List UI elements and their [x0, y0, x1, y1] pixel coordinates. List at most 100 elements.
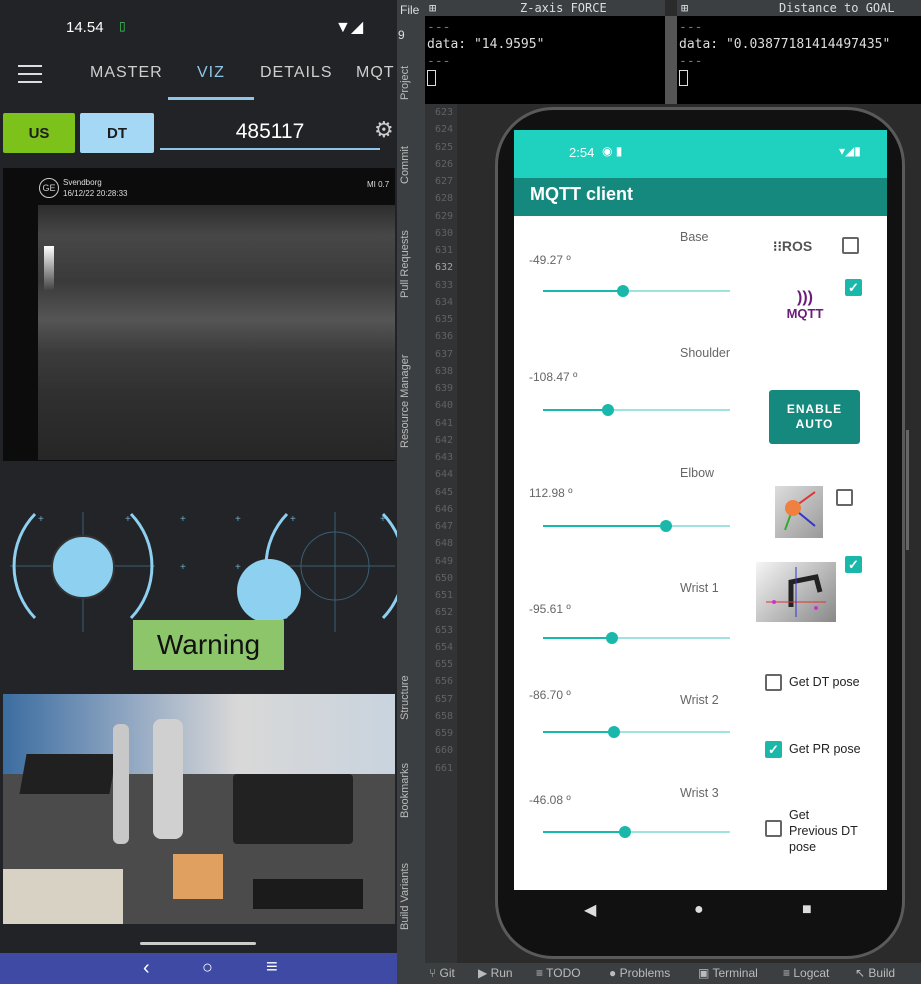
side-tab-bookmarks[interactable]: Bookmarks [399, 763, 411, 818]
joint-slider[interactable] [543, 632, 730, 644]
slider-thumb[interactable] [619, 826, 632, 838]
hamburger-menu-icon[interactable] [18, 65, 42, 83]
todo-tab[interactable]: ≡ TODO [536, 963, 581, 984]
emulator-status-bar: 2:54 ◉ ▮ ▾◢▮ [514, 130, 887, 178]
joint-slider[interactable] [543, 285, 730, 297]
ultrasound-machine [3, 869, 123, 924]
tab-mqtt[interactable]: MQT [356, 64, 395, 82]
recents-icon[interactable]: ≡ [266, 956, 278, 979]
active-tab-indicator [168, 97, 254, 100]
line-number: 630 [434, 227, 453, 239]
line-number: 640 [434, 400, 453, 412]
line-number: 653 [434, 624, 453, 636]
robot-checkbox[interactable]: ✓ [845, 556, 862, 573]
line-number: 625 [434, 141, 453, 153]
ros-logo: ⁝⁝ROS [773, 238, 813, 254]
side-tab-build-variants[interactable]: Build Variants [399, 863, 411, 930]
back-icon[interactable]: ‹ [143, 957, 150, 980]
todo-label: TODO [546, 966, 581, 980]
joint-sliders: Base -49.27 º Shoulder -108.47 º Elbow 112.98… [514, 216, 754, 890]
line-number: 623 [434, 107, 453, 118]
joint-slider[interactable] [543, 826, 730, 838]
home-icon[interactable]: ○ [202, 957, 213, 978]
tab-master[interactable]: MASTER [90, 64, 163, 82]
mqtt-label: MQTT [786, 306, 824, 321]
left-joystick-knob[interactable] [51, 535, 115, 599]
terminal-label: Terminal [712, 966, 758, 980]
line-number: 642 [434, 434, 453, 446]
pose-label: Get DT pose [789, 675, 860, 689]
id-field[interactable]: 485117 [160, 114, 380, 150]
terminal-line: data: "0.03877181414497435" [679, 37, 891, 52]
pose-label: Get Previous DT pose [789, 808, 858, 854]
pose-checkbox[interactable] [765, 820, 782, 837]
tab-details[interactable]: DETAILS [260, 64, 333, 82]
terminal-distance: ⊞ Distance to GOAL --- data: "0.03877181… [677, 0, 921, 104]
back-icon[interactable]: ◀ [584, 900, 596, 920]
git-tab[interactable]: ⑂ Git [429, 963, 455, 984]
slider-thumb[interactable] [617, 285, 630, 297]
tab-viz[interactable]: VIZ [197, 64, 225, 82]
run-tab[interactable]: ▶ Run [478, 963, 513, 984]
slider-thumb[interactable] [660, 520, 673, 532]
file-menu[interactable]: File [400, 3, 419, 17]
git-label: Git [439, 966, 455, 980]
line-number: 659 [434, 728, 453, 739]
terminal-icon: ⊞ [429, 1, 437, 15]
side-tab-resource-manager[interactable]: Resource Manager [399, 354, 411, 448]
joint-slider[interactable] [543, 404, 730, 416]
laptop [253, 879, 363, 909]
svg-text:+: + [235, 562, 241, 573]
side-tab-commit[interactable]: Commit [399, 146, 411, 184]
slider-fill [543, 637, 613, 639]
terminal-line: --- [427, 20, 451, 35]
enable-auto-label: ENABLE AUTO [786, 402, 843, 431]
joint-label: Wrist 2 [680, 693, 719, 707]
side-tab-project[interactable]: Project [399, 66, 411, 100]
side-tab-structure[interactable]: Structure [399, 675, 411, 720]
recents-icon[interactable]: ■ [802, 901, 812, 919]
axes-icon [784, 491, 816, 531]
logcat-label: Logcat [793, 966, 830, 980]
slider-thumb[interactable] [608, 726, 621, 738]
dropdown-selector[interactable]: 9 [398, 28, 405, 42]
build-tab[interactable]: ↖ Build [855, 963, 895, 984]
problems-tab[interactable]: ● Problems [609, 963, 670, 984]
slider-thumb[interactable] [606, 632, 619, 644]
terminal-tab[interactable]: ▣ Terminal [698, 963, 758, 984]
grayscale-bar [44, 246, 54, 290]
us-site: Svendborg [63, 178, 102, 187]
pose-checkbox[interactable] [765, 674, 782, 691]
slider-fill [543, 831, 626, 833]
logcat-tab[interactable]: ≡ Logcat [783, 963, 829, 984]
terminal-line: data: "14.9595" [427, 37, 545, 52]
terminal-header: ⊞ Z-axis FORCE [425, 0, 665, 16]
problems-label: Problems [619, 966, 671, 980]
gear-icon[interactable]: ⚙ [374, 117, 394, 143]
pose-checkbox[interactable]: ✓ [765, 741, 782, 758]
side-tab-pull-requests[interactable]: Pull Requests [399, 230, 411, 298]
keyboard [19, 754, 117, 794]
svg-text:+: + [180, 562, 186, 573]
frame-checkbox[interactable] [836, 489, 853, 506]
slider-thumb[interactable] [602, 404, 615, 416]
ros-checkbox[interactable] [842, 237, 859, 254]
enable-auto-button[interactable]: ENABLE AUTO [769, 390, 860, 444]
joint-label: Base [680, 230, 709, 244]
terminal-title: Z-axis FORCE [520, 1, 607, 15]
right-joystick-knob[interactable] [237, 559, 301, 623]
mqtt-checkbox[interactable]: ✓ [845, 279, 862, 296]
editor-scrollbar[interactable] [906, 430, 909, 550]
joint-slider[interactable] [543, 520, 730, 532]
joint-slider[interactable] [543, 726, 730, 738]
line-number: 634 [434, 296, 453, 308]
dt-button[interactable]: DT [80, 113, 154, 153]
line-number: 645 [434, 486, 453, 498]
us-button[interactable]: US [3, 113, 75, 153]
home-icon[interactable]: ● [694, 901, 704, 919]
svg-text:+: + [125, 514, 131, 525]
line-number: 639 [434, 383, 453, 394]
line-number: 649 [434, 555, 453, 567]
line-number: 636 [434, 331, 453, 343]
terminal-scrollbar[interactable] [665, 16, 677, 104]
